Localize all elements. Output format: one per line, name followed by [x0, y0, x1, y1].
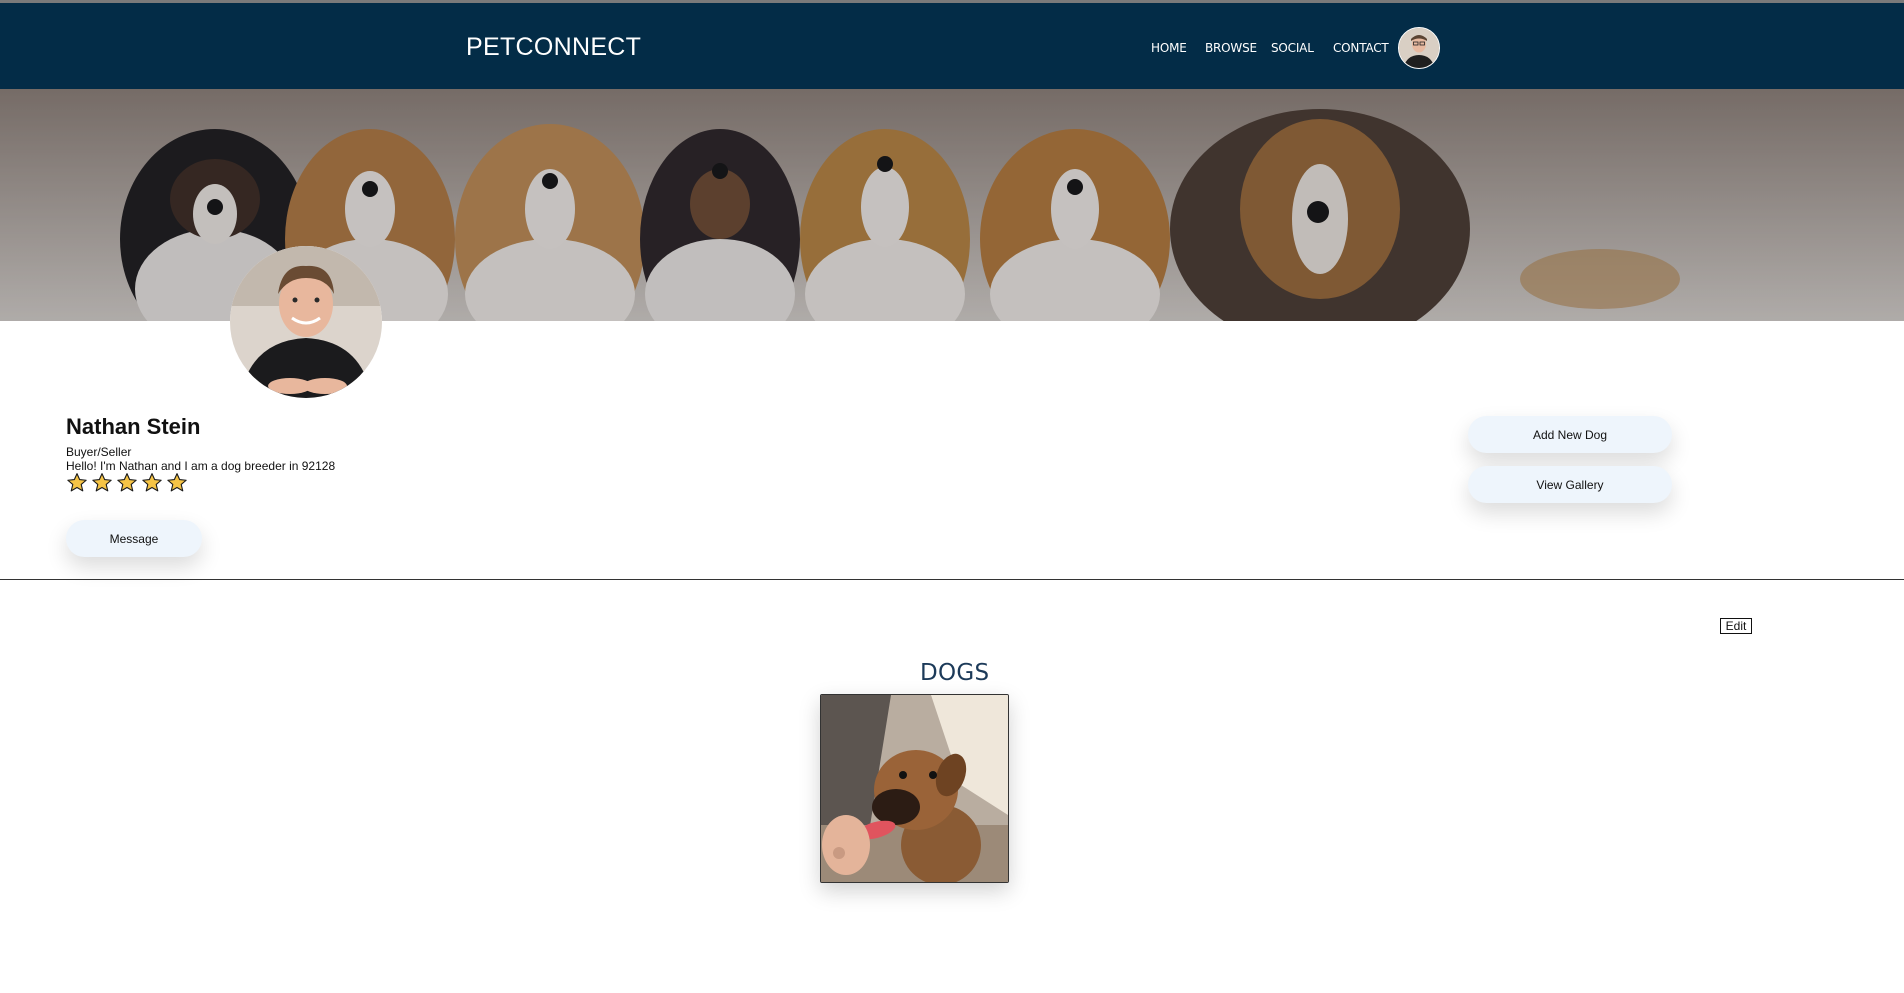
view-gallery-button[interactable]: View Gallery: [1468, 466, 1672, 503]
profile-name: Nathan Stein: [66, 414, 201, 439]
avatar-person-icon: [1399, 28, 1439, 68]
nav-link-browse[interactable]: BROWSE: [1205, 41, 1257, 55]
rating-stars: [66, 472, 188, 494]
profile-person-image: [230, 246, 382, 398]
dog-card[interactable]: [820, 694, 1009, 883]
add-new-dog-button[interactable]: Add New Dog: [1468, 416, 1672, 453]
user-avatar[interactable]: [1398, 27, 1440, 69]
star-icon: [67, 473, 87, 492]
dogs-section-title: DOGS: [920, 660, 990, 686]
star-icon: [92, 473, 112, 492]
profile-photo: [230, 246, 382, 398]
nav-link-contact[interactable]: CONTACT: [1333, 41, 1389, 55]
message-button[interactable]: Message: [66, 520, 202, 557]
star-icon: [167, 473, 187, 492]
dog-photo: [821, 695, 1008, 882]
edit-button[interactable]: Edit: [1720, 618, 1752, 634]
top-navbar: PETCONNECT HOME BROWSE SOCIAL CONTACT: [0, 3, 1904, 89]
section-divider: [0, 579, 1904, 580]
profile-bio: Hello! I'm Nathan and I am a dog breeder…: [66, 459, 336, 473]
star-icon: [117, 473, 137, 492]
profile-role: Buyer/Seller: [66, 445, 132, 459]
brand-logo-text[interactable]: PETCONNECT: [466, 33, 641, 62]
star-icon: [142, 473, 162, 492]
nav-link-home[interactable]: HOME: [1151, 41, 1187, 55]
nav-link-social[interactable]: SOCIAL: [1271, 41, 1314, 55]
